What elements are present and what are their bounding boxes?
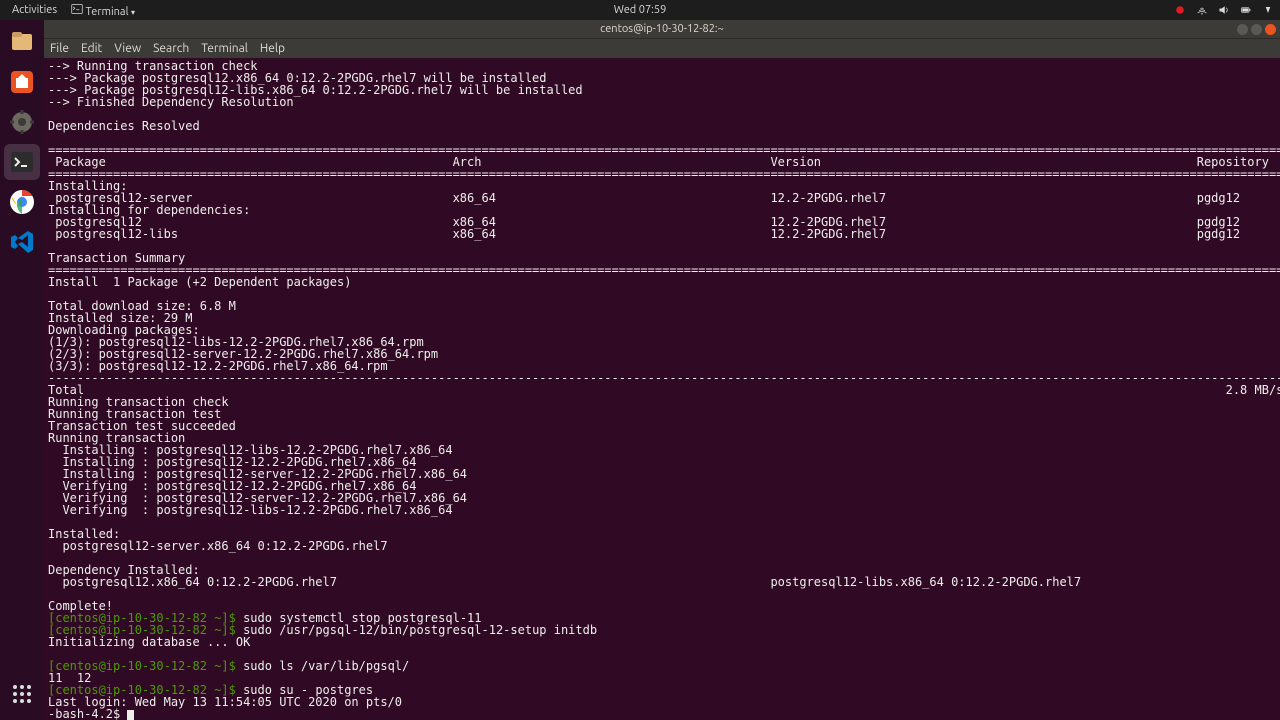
window-title-bar[interactable]: centos@ip-10-30-12-82:~: [44, 20, 1280, 38]
terminal-cursor: [127, 710, 134, 720]
terminal-menu-bar: File Edit View Search Terminal Help: [44, 38, 1280, 58]
network-icon[interactable]: [1196, 4, 1208, 16]
dock-files[interactable]: [4, 24, 40, 60]
menu-edit[interactable]: Edit: [81, 42, 102, 55]
terminal-window: centos@ip-10-30-12-82:~ File Edit View S…: [44, 20, 1280, 720]
gnome-top-bar: Activities Terminal Wed 07:59: [0, 0, 1280, 20]
window-minimize-button[interactable]: [1237, 24, 1248, 35]
power-icon[interactable]: [1262, 4, 1274, 16]
menu-search[interactable]: Search: [153, 42, 189, 55]
menu-terminal[interactable]: Terminal: [201, 42, 248, 55]
dock-terminal[interactable]: [4, 144, 40, 180]
dock: [0, 20, 44, 720]
activities-button[interactable]: Activities: [6, 4, 63, 16]
dock-vscode[interactable]: [4, 224, 40, 260]
dock-chrome[interactable]: [4, 184, 40, 220]
menu-file[interactable]: File: [50, 42, 69, 55]
app-menu-terminal[interactable]: Terminal: [65, 3, 141, 18]
terminal-app-icon: [71, 3, 83, 15]
window-title: centos@ip-10-30-12-82:~: [600, 23, 724, 35]
window-close-button[interactable]: [1265, 24, 1276, 35]
window-maximize-button[interactable]: [1251, 24, 1262, 35]
dock-software[interactable]: [4, 64, 40, 100]
clock[interactable]: Wed 07:59: [614, 4, 667, 16]
terminal-output[interactable]: --> Running transaction check ---> Packa…: [44, 58, 1280, 720]
menu-help[interactable]: Help: [260, 42, 285, 55]
battery-icon[interactable]: [1240, 4, 1252, 16]
menu-view[interactable]: View: [114, 42, 141, 55]
dock-settings[interactable]: [4, 104, 40, 140]
app-menu-label: Terminal: [86, 6, 129, 18]
volume-icon[interactable]: [1218, 4, 1230, 16]
dock-show-apps[interactable]: [4, 676, 40, 712]
screen-record-icon[interactable]: [1174, 4, 1186, 16]
